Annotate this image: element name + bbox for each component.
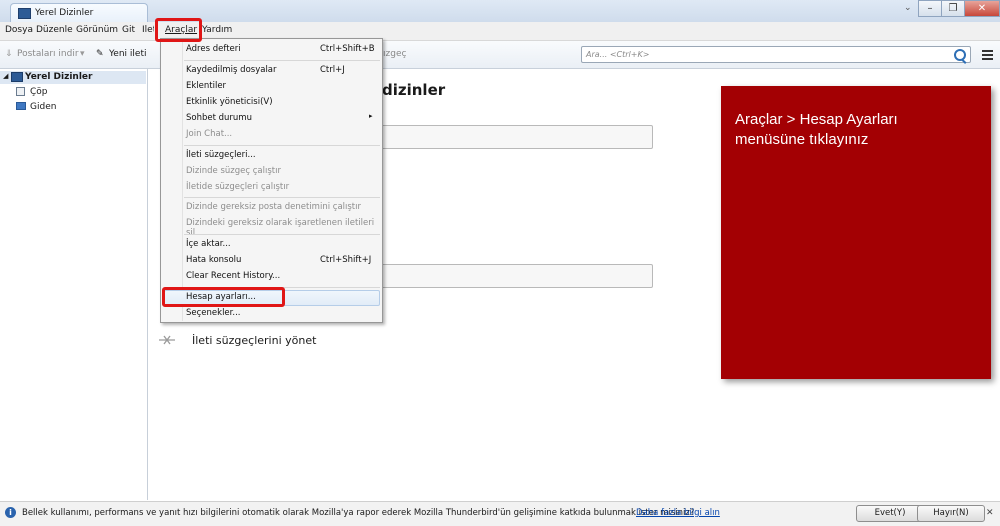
- menu-item-saved-files[interactable]: Kaydedilmiş dosyalar: [186, 65, 277, 75]
- trash-icon: [16, 87, 25, 96]
- menu-item-join-chat: Join Chat...: [186, 129, 233, 139]
- window-controls: – ❐ ✕: [918, 0, 1000, 18]
- instruction-text: Araçlar > Hesap Ayarları menüsüne tıklay…: [735, 111, 898, 148]
- notification-bar: i Bellek kullanımı, performans ve yanıt …: [0, 501, 1000, 526]
- get-messages-dropdown-icon[interactable]: ▾: [80, 49, 85, 59]
- menu-separator: [184, 234, 380, 235]
- menu-gutter: [182, 41, 183, 321]
- menu-edit[interactable]: Düzenle: [36, 25, 73, 35]
- menu-item-options[interactable]: Seçenekler...: [186, 308, 240, 318]
- menu-item-import[interactable]: İçe aktar...: [186, 239, 231, 249]
- local-folders-icon: [11, 72, 23, 82]
- shortcut-saved-files: Ctrl+J: [320, 65, 345, 75]
- menu-item-run-folder-filters: Dizinde süzgeç çalıştır: [186, 166, 281, 176]
- menu-help[interactable]: Yardım: [202, 25, 232, 35]
- menu-item-message-filters[interactable]: İleti süzgeçleri...: [186, 150, 256, 160]
- menu-item-address-book[interactable]: Adres defteri: [186, 44, 241, 54]
- filter-button[interactable]: ızgeç: [383, 49, 406, 59]
- shortcut-address-book: Ctrl+Shift+B: [320, 44, 375, 54]
- menu-item-junk-controls: Dizinde gereksiz posta denetimini çalışt…: [186, 202, 362, 212]
- instruction-callout: Araçlar > Hesap Ayarları menüsüne tıklay…: [721, 86, 991, 379]
- menu-item-run-message-filters: İletide süzgeçleri çalıştır: [186, 182, 290, 192]
- menu-separator: [184, 197, 380, 198]
- minimize-button[interactable]: –: [918, 0, 942, 17]
- tab-title: Yerel Dizinler: [35, 8, 94, 18]
- yes-button[interactable]: Evet(Y): [856, 505, 924, 522]
- close-button[interactable]: ✕: [964, 0, 1000, 17]
- menu-item-activity-manager[interactable]: Etkinlik yöneticisi(V): [186, 97, 273, 107]
- menu-item-addons[interactable]: Eklentiler: [186, 81, 226, 91]
- search-input[interactable]: Ara... <Ctrl+K>: [581, 46, 971, 63]
- submenu-arrow-icon: ▸: [369, 112, 373, 120]
- search-placeholder: Ara... <Ctrl+K>: [586, 50, 650, 59]
- menu-separator: [184, 145, 380, 146]
- menu-go[interactable]: Git: [122, 25, 135, 35]
- menu-item-clear-history[interactable]: Clear Recent History...: [186, 271, 280, 281]
- menu-bar: Dosya Düzenle Görünüm Git İleti Araçlar …: [0, 22, 1000, 41]
- filter-icon: [159, 335, 175, 345]
- pencil-icon: ✎: [96, 49, 104, 59]
- title-bar: Yerel Dizinler ⌄ – ❐ ✕: [0, 0, 1000, 22]
- notification-message: Bellek kullanımı, performans ve yanıt hı…: [22, 508, 695, 518]
- folder-local[interactable]: Yerel Dizinler: [25, 72, 92, 82]
- folder-trash[interactable]: Çöp: [30, 87, 48, 97]
- shortcut-error-console: Ctrl+Shift+J: [320, 255, 372, 265]
- account-heading: dizinler: [382, 81, 446, 99]
- maximize-button[interactable]: ❐: [941, 0, 965, 17]
- folder-outbox[interactable]: Giden: [30, 102, 56, 112]
- tools-menu-highlight-box: [155, 18, 202, 42]
- get-messages-button[interactable]: Postaları indir: [17, 49, 79, 59]
- outbox-icon: [16, 102, 26, 110]
- mail-folder-icon: [18, 8, 31, 19]
- expand-arrow-icon[interactable]: ◢: [3, 72, 8, 80]
- menu-message[interactable]: İleti: [142, 25, 154, 35]
- new-message-button[interactable]: Yeni ileti: [109, 49, 146, 59]
- menu-item-delete-junk: Dizindeki gereksiz olarak işaretlenen il…: [186, 218, 375, 238]
- info-icon: i: [5, 507, 16, 518]
- search-icon[interactable]: [954, 49, 966, 61]
- manage-filters-link[interactable]: İleti süzgeçlerini yönet: [192, 334, 316, 347]
- menu-item-chat-status[interactable]: Sohbet durumu: [186, 113, 252, 123]
- account-settings-highlight-box: [162, 287, 285, 307]
- menu-view[interactable]: Görünüm: [76, 25, 118, 35]
- app-menu-icon[interactable]: [982, 50, 993, 62]
- no-button[interactable]: Hayır(N): [917, 505, 985, 522]
- menu-file[interactable]: Dosya: [5, 25, 33, 35]
- window-tab[interactable]: Yerel Dizinler: [10, 3, 148, 22]
- menu-separator: [184, 60, 380, 61]
- menu-item-error-console[interactable]: Hata konsolu: [186, 255, 241, 265]
- download-icon: ⇓: [5, 49, 13, 59]
- close-icon[interactable]: ✕: [986, 508, 994, 518]
- chevron-down-icon[interactable]: ⌄: [904, 3, 912, 13]
- learn-more-link[interactable]: Daha fazla bilgi alın: [636, 508, 720, 518]
- tools-menu: Adres defteri Ctrl+Shift+B Kaydedilmiş d…: [160, 38, 383, 323]
- folder-pane: ◢ Yerel Dizinler Çöp Giden: [0, 69, 148, 500]
